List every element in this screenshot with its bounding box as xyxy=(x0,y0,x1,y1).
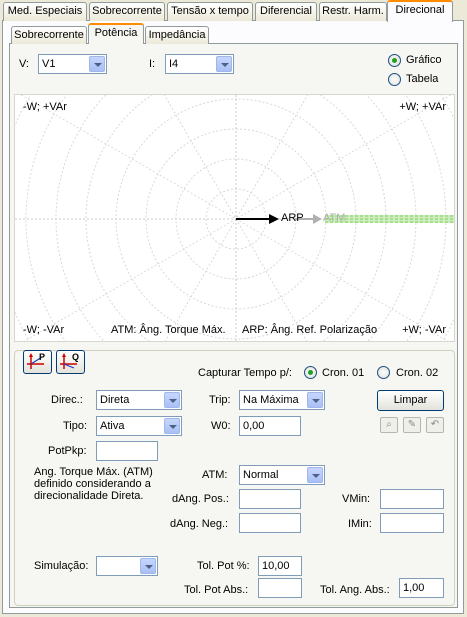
trip-label: Trip: xyxy=(209,394,231,406)
axis-p-icon xyxy=(27,353,44,369)
tipo-label: Tipo: xyxy=(63,420,88,432)
tab-sobrecorrente-inner[interactable]: Sobrecorrente xyxy=(11,26,87,44)
chevron-down-icon[interactable] xyxy=(89,56,105,72)
v-select[interactable]: V1 xyxy=(38,54,107,74)
atm-select[interactable]: Normal xyxy=(239,465,325,485)
axis-q-icon xyxy=(60,353,77,369)
potpkp-field[interactable] xyxy=(96,441,158,461)
vmin-label: VMin: xyxy=(342,493,371,505)
chevron-down-icon[interactable] xyxy=(216,56,232,72)
polar-grid xyxy=(15,95,454,341)
polar-chart: -W; +VAr +W; +VAr -W; -VAr +W; -VAr ATM:… xyxy=(14,94,455,342)
potpkp-label: PotPkp: xyxy=(48,445,87,457)
w0-field[interactable]: 0,00 xyxy=(239,416,301,436)
arrow-arp-label: ARP xyxy=(281,212,304,224)
radio-tabela-label: Tabela xyxy=(406,73,439,85)
tab-sobrecorrente[interactable]: Sobrecorrente xyxy=(89,2,165,21)
direc-label: Direc.: xyxy=(51,394,83,406)
radio-cron-02[interactable] xyxy=(377,366,390,379)
quadrant-bottom-right-label: +W; -VAr xyxy=(402,324,446,336)
vmin-field[interactable] xyxy=(380,489,444,509)
tab-potencia[interactable]: Potência xyxy=(88,23,144,44)
chevron-down-icon[interactable] xyxy=(164,418,180,434)
zoom-icon[interactable]: ⌕ xyxy=(380,417,398,433)
dang-pos-field[interactable] xyxy=(239,489,301,509)
radio-cron-02-label: Cron. 02 xyxy=(396,367,439,379)
direc-select[interactable]: Direta xyxy=(96,390,182,410)
trip-select[interactable]: Na Máxima xyxy=(239,390,325,410)
brush-icon[interactable]: ✎ xyxy=(403,417,421,433)
q-tool-label: Q xyxy=(72,352,80,362)
quadrant-top-right-label: +W; +VAr xyxy=(399,101,446,113)
chevron-down-icon[interactable] xyxy=(307,392,323,408)
legend-arp: ARP: Âng. Ref. Polarização xyxy=(242,324,378,336)
radio-cron-01[interactable] xyxy=(304,366,317,379)
radio-tabela[interactable] xyxy=(388,73,401,86)
direc-select-value: Direta xyxy=(100,394,130,406)
p-tool-label: P xyxy=(39,352,46,362)
simulacao-label: Simulação: xyxy=(34,560,89,572)
i-select[interactable]: I4 xyxy=(165,54,234,74)
legend-atm: ATM: Âng. Torque Máx. xyxy=(111,324,226,336)
v-select-value: V1 xyxy=(42,58,56,70)
i-label: I: xyxy=(149,58,156,70)
dang-neg-label: dAng. Neg.: xyxy=(170,518,229,530)
i-select-value: I4 xyxy=(169,58,179,70)
atm-label: ATM: xyxy=(202,469,228,481)
limpar-button[interactable]: Limpar xyxy=(377,390,444,411)
tol-pot-abs-field[interactable] xyxy=(258,578,302,598)
tol-pot-field[interactable]: 10,00 xyxy=(258,556,302,576)
radio-grafico-label: Gráfico xyxy=(406,54,442,66)
undo-icon[interactable]: ↶ xyxy=(426,417,444,433)
tab-diferencial[interactable]: Diferencial xyxy=(255,2,317,21)
simulacao-select[interactable] xyxy=(96,556,158,576)
tol-pot-abs-label: Tol. Pot Abs.: xyxy=(184,584,249,596)
tab-impedancia[interactable]: Impedância xyxy=(145,26,209,44)
tab-restr-harm[interactable]: Restr. Harm. xyxy=(319,2,387,21)
tol-pot-label: Tol. Pot %: xyxy=(197,560,250,572)
trip-select-value: Na Máxima xyxy=(243,394,299,406)
quadrant-top-left-label: -W; +VAr xyxy=(23,101,67,113)
chevron-down-icon[interactable] xyxy=(140,558,156,574)
dang-pos-label: dAng. Pos.: xyxy=(172,493,229,505)
tol-ang-abs-label: Tol. Ang. Abs.: xyxy=(320,584,390,596)
tipo-select-value: Ativa xyxy=(100,420,125,432)
v-label: V: xyxy=(19,58,29,70)
tipo-select[interactable]: Ativa xyxy=(96,416,182,436)
tol-ang-abs-field[interactable]: 1,00 xyxy=(399,578,444,598)
quadrant-bottom-left-label: -W; -VAr xyxy=(23,324,65,336)
radio-cron-01-label: Cron. 01 xyxy=(322,367,365,379)
w0-label: W0: xyxy=(211,420,231,432)
radio-grafico[interactable] xyxy=(388,54,401,67)
dang-neg-field[interactable] xyxy=(239,513,301,533)
chevron-down-icon[interactable] xyxy=(164,392,180,408)
arrow-atm-label: ATM xyxy=(323,212,346,224)
atm-select-value: Normal xyxy=(243,469,279,481)
p-tool-button[interactable]: P xyxy=(23,350,52,374)
tab-med-especiais[interactable]: Med. Especiais xyxy=(3,2,87,21)
tab-tensao-x-tempo[interactable]: Tensão x tempo xyxy=(167,2,253,21)
tab-direcional[interactable]: Direcional xyxy=(387,0,453,22)
imin-label: IMin: xyxy=(348,518,372,530)
atm-note: Ang. Torque Máx. (ATM) definido consider… xyxy=(34,466,153,502)
chevron-down-icon[interactable] xyxy=(307,467,323,483)
q-tool-button[interactable]: Q xyxy=(56,350,85,374)
imin-field[interactable] xyxy=(380,513,444,533)
capturar-tempo-label: Capturar Tempo p/: xyxy=(198,367,292,379)
